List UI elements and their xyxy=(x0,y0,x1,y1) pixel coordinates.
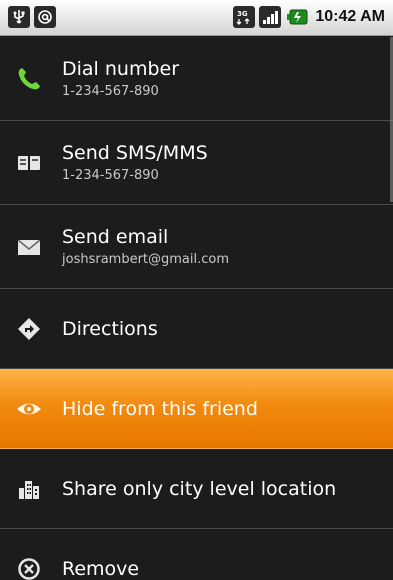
menu-item-label: Send SMS/MMS xyxy=(62,141,208,164)
eye-icon xyxy=(14,394,44,424)
menu-item-dial-number[interactable]: Dial number 1-234-567-890 xyxy=(0,37,393,121)
sms-icon xyxy=(14,148,44,178)
city-icon xyxy=(14,474,44,504)
battery-icon xyxy=(285,6,309,28)
svg-text:3G: 3G xyxy=(237,10,248,18)
menu-item-remove[interactable]: Remove xyxy=(0,529,393,580)
phone-icon xyxy=(14,64,44,94)
menu-item-label: Send email xyxy=(62,225,169,248)
menu-item-share-city-location[interactable]: Share only city level location xyxy=(0,449,393,529)
usb-icon xyxy=(8,6,30,28)
menu-item-label: Share only city level location xyxy=(62,477,337,500)
menu-item-label: Hide from this friend xyxy=(62,397,258,420)
envelope-icon xyxy=(14,232,44,262)
status-right-icons: 3G 10:42 AM xyxy=(233,6,385,28)
menu-item-sublabel: joshsrambert@gmail.com xyxy=(62,251,230,267)
at-icon xyxy=(34,6,56,28)
menu-item-send-email[interactable]: Send email joshsrambert@gmail.com xyxy=(0,205,393,289)
context-menu: Dial number 1-234-567-890 Send SMS/MMS 1… xyxy=(0,37,393,580)
signal-icon xyxy=(259,6,282,28)
menu-item-directions[interactable]: Directions xyxy=(0,289,393,369)
menu-item-sublabel: 1-234-567-890 xyxy=(62,83,159,99)
menu-item-label: Dial number xyxy=(62,57,180,80)
status-time: 10:42 AM xyxy=(315,8,385,25)
menu-item-sublabel: 1-234-567-890 xyxy=(62,167,159,183)
menu-item-send-sms[interactable]: Send SMS/MMS 1-234-567-890 xyxy=(0,121,393,205)
network-3g-icon: 3G xyxy=(233,6,256,28)
menu-item-hide-from-friend[interactable]: Hide from this friend xyxy=(0,369,393,449)
menu-item-label: Directions xyxy=(62,317,158,340)
status-left-icons xyxy=(8,6,56,28)
status-bar: 3G 10:42 AM xyxy=(0,0,393,36)
menu-item-label: Remove xyxy=(62,558,140,580)
remove-icon xyxy=(14,554,44,580)
directions-icon xyxy=(14,314,44,344)
